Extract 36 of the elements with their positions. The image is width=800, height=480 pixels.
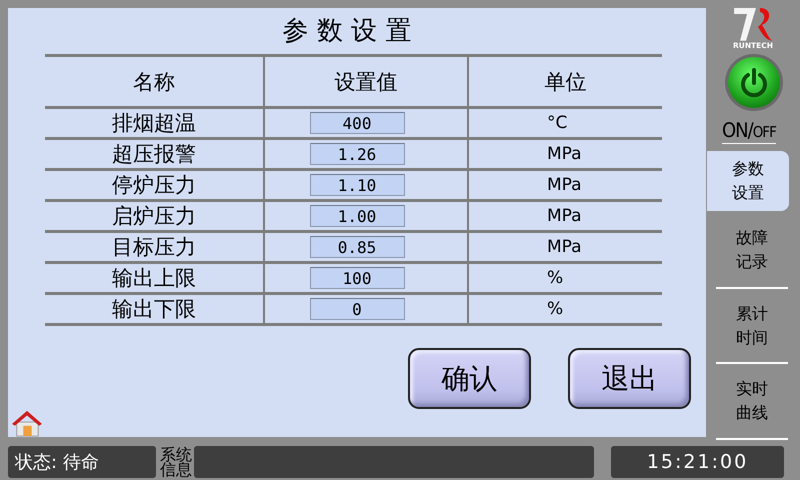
confirm-button[interactable]: 确认 xyxy=(408,348,531,409)
column-header: 设置值 xyxy=(263,57,467,106)
input-field[interactable]: 0.85 xyxy=(310,236,404,258)
table-cell-text: 目标压力 xyxy=(111,234,197,261)
info-label: 系统信息 xyxy=(160,446,192,476)
table-cell-text: 超压报警 xyxy=(111,141,197,168)
input-field[interactable]: 400 xyxy=(310,112,404,134)
table-cell: % xyxy=(467,295,662,323)
table-cell-text: 启炉压力 xyxy=(111,203,197,230)
sidebar-tab[interactable]: 累计时间 xyxy=(716,288,788,364)
clock-display: 15:21:00 xyxy=(611,446,784,478)
input-field[interactable]: 1.26 xyxy=(310,143,404,165)
table-cell: MPa xyxy=(467,171,662,199)
column-header: 单位 xyxy=(467,57,662,106)
sidebar-tab[interactable]: 参数设置 xyxy=(707,151,789,212)
input-field[interactable]: 0 xyxy=(310,298,404,320)
table-cell-text: 排烟超温 xyxy=(111,110,197,137)
power-label: ON/OFF xyxy=(722,119,776,144)
table-cell-text: 输出下限 xyxy=(111,296,197,323)
table-cell-text: 输出上限 xyxy=(111,265,197,292)
home-icon[interactable] xyxy=(10,409,44,437)
sidebar-tab[interactable]: 故障记录 xyxy=(716,213,788,289)
table-cell-text: 停炉压力 xyxy=(111,172,197,199)
table-cell: MPa xyxy=(467,233,662,261)
table-cell: MPa xyxy=(467,202,662,230)
table-cell: % xyxy=(467,264,662,292)
sidebar-tab[interactable]: 实时曲线 xyxy=(716,364,788,440)
table-cell: °C xyxy=(467,109,662,137)
status-display: 状态: 待命 xyxy=(8,446,156,478)
input-field[interactable]: 1.10 xyxy=(310,174,404,196)
screen-title: 参 数 设 置 xyxy=(282,15,412,48)
input-field[interactable]: 1.00 xyxy=(310,205,404,227)
table-cell: MPa xyxy=(467,140,662,168)
exit-button[interactable]: 退出 xyxy=(568,348,691,409)
column-header: 名称 xyxy=(132,68,176,96)
input-field[interactable]: 100 xyxy=(310,267,404,289)
